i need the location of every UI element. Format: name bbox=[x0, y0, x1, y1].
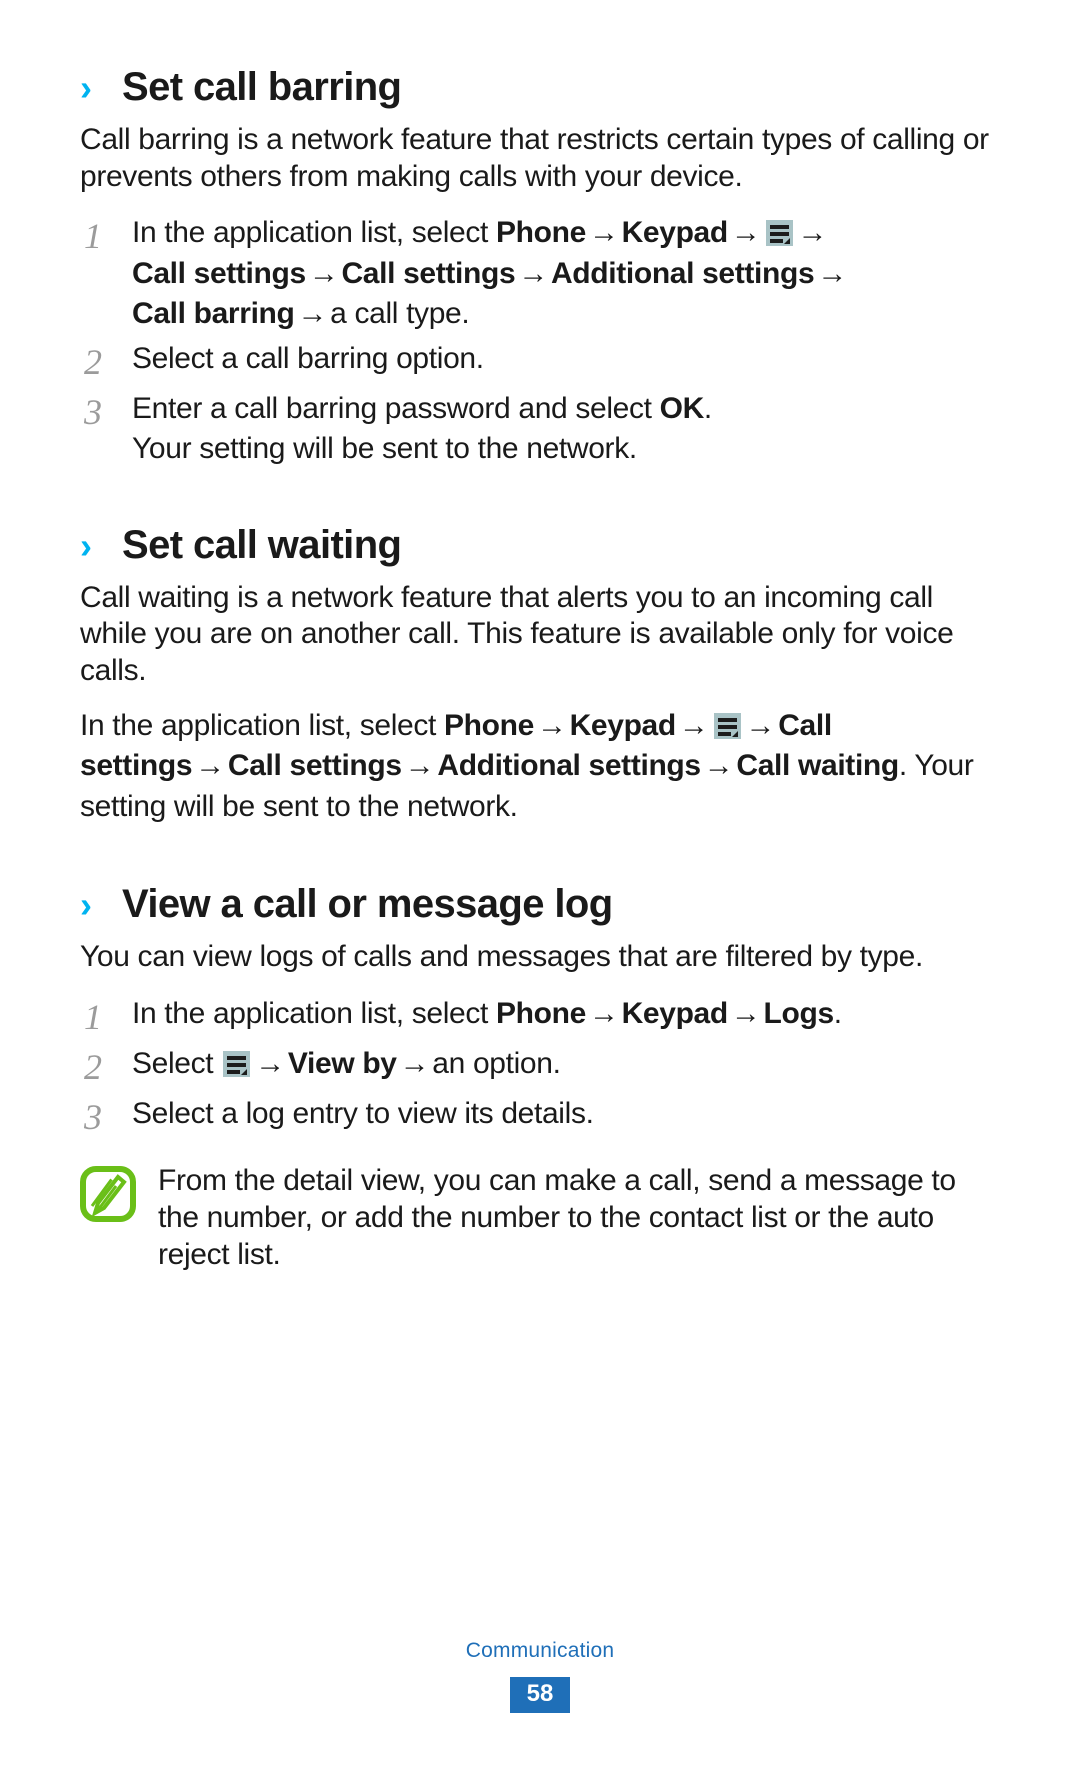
page-footer: Communication 58 bbox=[0, 1639, 1080, 1713]
arrow-glyph: → bbox=[308, 256, 339, 290]
ui-label-ok: OK bbox=[659, 391, 705, 425]
step-text: Select a call barring option. bbox=[132, 341, 484, 375]
step-number: 2 bbox=[84, 1046, 102, 1087]
step-item: 3 Enter a call barring password and sele… bbox=[80, 389, 1000, 470]
steps-list-call-barring: 1 In the application list, select Phone →… bbox=[80, 213, 1000, 470]
arrow-glyph: → bbox=[678, 708, 709, 742]
step-post-text: . bbox=[833, 996, 842, 1030]
step-post-text: . bbox=[703, 391, 712, 425]
section-heading-set-call-waiting: › Set call waiting bbox=[80, 522, 1000, 568]
arrow-glyph: → bbox=[797, 216, 828, 250]
arrow-glyph: → bbox=[399, 1046, 430, 1080]
ui-label-keypad: Keypad bbox=[569, 708, 677, 742]
manual-page: › Set call barring Call barring is a net… bbox=[0, 0, 1080, 1771]
step-text: Enter a call barring password and select… bbox=[132, 389, 1000, 470]
step-item: 3 Select a log entry to view its details… bbox=[80, 1094, 1000, 1140]
menu-icon bbox=[713, 712, 741, 739]
step-item: 1 In the application list, select Phone →… bbox=[80, 994, 1000, 1040]
section-intro-paragraph: Call waiting is a network feature that a… bbox=[80, 580, 954, 687]
step-pre-text: In the application list, select bbox=[132, 996, 497, 1030]
chevron-right-icon: › bbox=[80, 884, 92, 926]
ui-label-call-settings-2: Call settings bbox=[227, 749, 402, 783]
section-intro-paragraph: Call barring is a network feature that r… bbox=[80, 123, 989, 193]
ui-label-call-settings-2: Call settings bbox=[341, 256, 516, 290]
step-text: In the application list, select Phone → Ke… bbox=[132, 213, 1000, 335]
ui-label-call-waiting: Call waiting bbox=[736, 749, 899, 783]
step-item: 2 Select a call barring option. bbox=[80, 339, 1000, 385]
ui-label-phone: Phone bbox=[496, 216, 586, 250]
arrow-glyph: → bbox=[536, 708, 567, 742]
ui-label-keypad: Keypad bbox=[621, 996, 729, 1030]
section-intro-paragraph: You can view logs of calls and messages … bbox=[80, 940, 923, 974]
step-number: 2 bbox=[84, 341, 102, 382]
note-pencil-icon bbox=[80, 1165, 136, 1222]
step-item: 2 Select → View by → an option. bbox=[80, 1044, 1000, 1090]
section-heading-text: Set call waiting bbox=[122, 522, 402, 567]
ui-label-call-barring: Call barring bbox=[132, 297, 295, 331]
arrow-glyph: → bbox=[730, 216, 761, 250]
ui-label-phone: Phone bbox=[444, 708, 534, 742]
ui-label-call-settings-1: Call settings bbox=[132, 256, 306, 290]
arrow-glyph: → bbox=[195, 749, 225, 783]
arrow-glyph: → bbox=[404, 749, 435, 783]
arrow-glyph: → bbox=[730, 996, 761, 1030]
step-pre-text: Select bbox=[132, 1046, 222, 1080]
step-text: Select a log entry to view its details. bbox=[132, 1096, 594, 1130]
arrow-glyph: → bbox=[255, 1046, 285, 1080]
step-number: 3 bbox=[84, 391, 102, 432]
ui-label-additional-settings: Additional settings bbox=[550, 256, 815, 290]
ui-label-additional-settings: Additional settings bbox=[437, 749, 701, 783]
steps-list-view-log: 1 In the application list, select Phone →… bbox=[80, 994, 1000, 1140]
step-tail-text: an option. bbox=[432, 1046, 561, 1080]
ui-label-view-by: View by bbox=[287, 1046, 397, 1080]
section-heading-text: View a call or message log bbox=[122, 882, 613, 927]
arrow-glyph: → bbox=[518, 256, 548, 290]
arrow-glyph: → bbox=[588, 216, 619, 250]
instruction-pre-text: In the application list, select bbox=[80, 708, 445, 742]
step-number: 1 bbox=[84, 996, 102, 1037]
arrow-glyph: → bbox=[745, 708, 776, 742]
section-set-call-barring: › Set call barring Call barring is a net… bbox=[80, 64, 1000, 470]
ui-label-phone: Phone bbox=[496, 996, 586, 1030]
ui-label-logs: Logs bbox=[763, 996, 835, 1030]
footer-chapter-title: Communication bbox=[465, 1639, 615, 1662]
note-callout: From the detail view, you can make a cal… bbox=[80, 1162, 1000, 1274]
note-text: From the detail view, you can make a cal… bbox=[158, 1163, 956, 1272]
step-item: 1 In the application list, select Phone →… bbox=[80, 213, 1000, 335]
section-heading-text: Set call barring bbox=[122, 65, 402, 109]
instruction-paragraph-call-waiting: In the application list, select Phone → Ke… bbox=[80, 706, 1000, 828]
step-tail-text: a call type. bbox=[330, 297, 470, 331]
section-heading-view-log: › View a call or message log bbox=[80, 881, 1000, 927]
step-pre-text: In the application list, select bbox=[132, 216, 497, 250]
step-text: Select → View by → an option. bbox=[132, 1044, 1000, 1085]
arrow-glyph: → bbox=[297, 297, 328, 331]
step-text: In the application list, select Phone → Ke… bbox=[132, 994, 1000, 1035]
menu-icon bbox=[223, 1050, 251, 1077]
page-number-badge: 58 bbox=[509, 1677, 571, 1713]
arrow-glyph: → bbox=[703, 749, 734, 783]
arrow-glyph: → bbox=[588, 996, 619, 1030]
section-view-call-or-message-log: › View a call or message log You can vie… bbox=[80, 881, 1000, 1273]
step-number: 1 bbox=[84, 216, 102, 257]
ui-label-keypad: Keypad bbox=[621, 216, 729, 250]
step-number: 3 bbox=[84, 1096, 102, 1137]
section-heading-set-call-barring: › Set call barring bbox=[80, 64, 1000, 110]
menu-icon bbox=[765, 220, 793, 247]
chevron-right-icon: › bbox=[80, 67, 92, 108]
step-pre-text: Enter a call barring password and select bbox=[132, 391, 660, 425]
step-sub-text: Your setting will be sent to the network… bbox=[132, 432, 637, 466]
chevron-right-icon: › bbox=[80, 524, 92, 566]
arrow-glyph: → bbox=[817, 256, 847, 290]
section-set-call-waiting: › Set call waiting Call waiting is a net… bbox=[80, 522, 1000, 827]
